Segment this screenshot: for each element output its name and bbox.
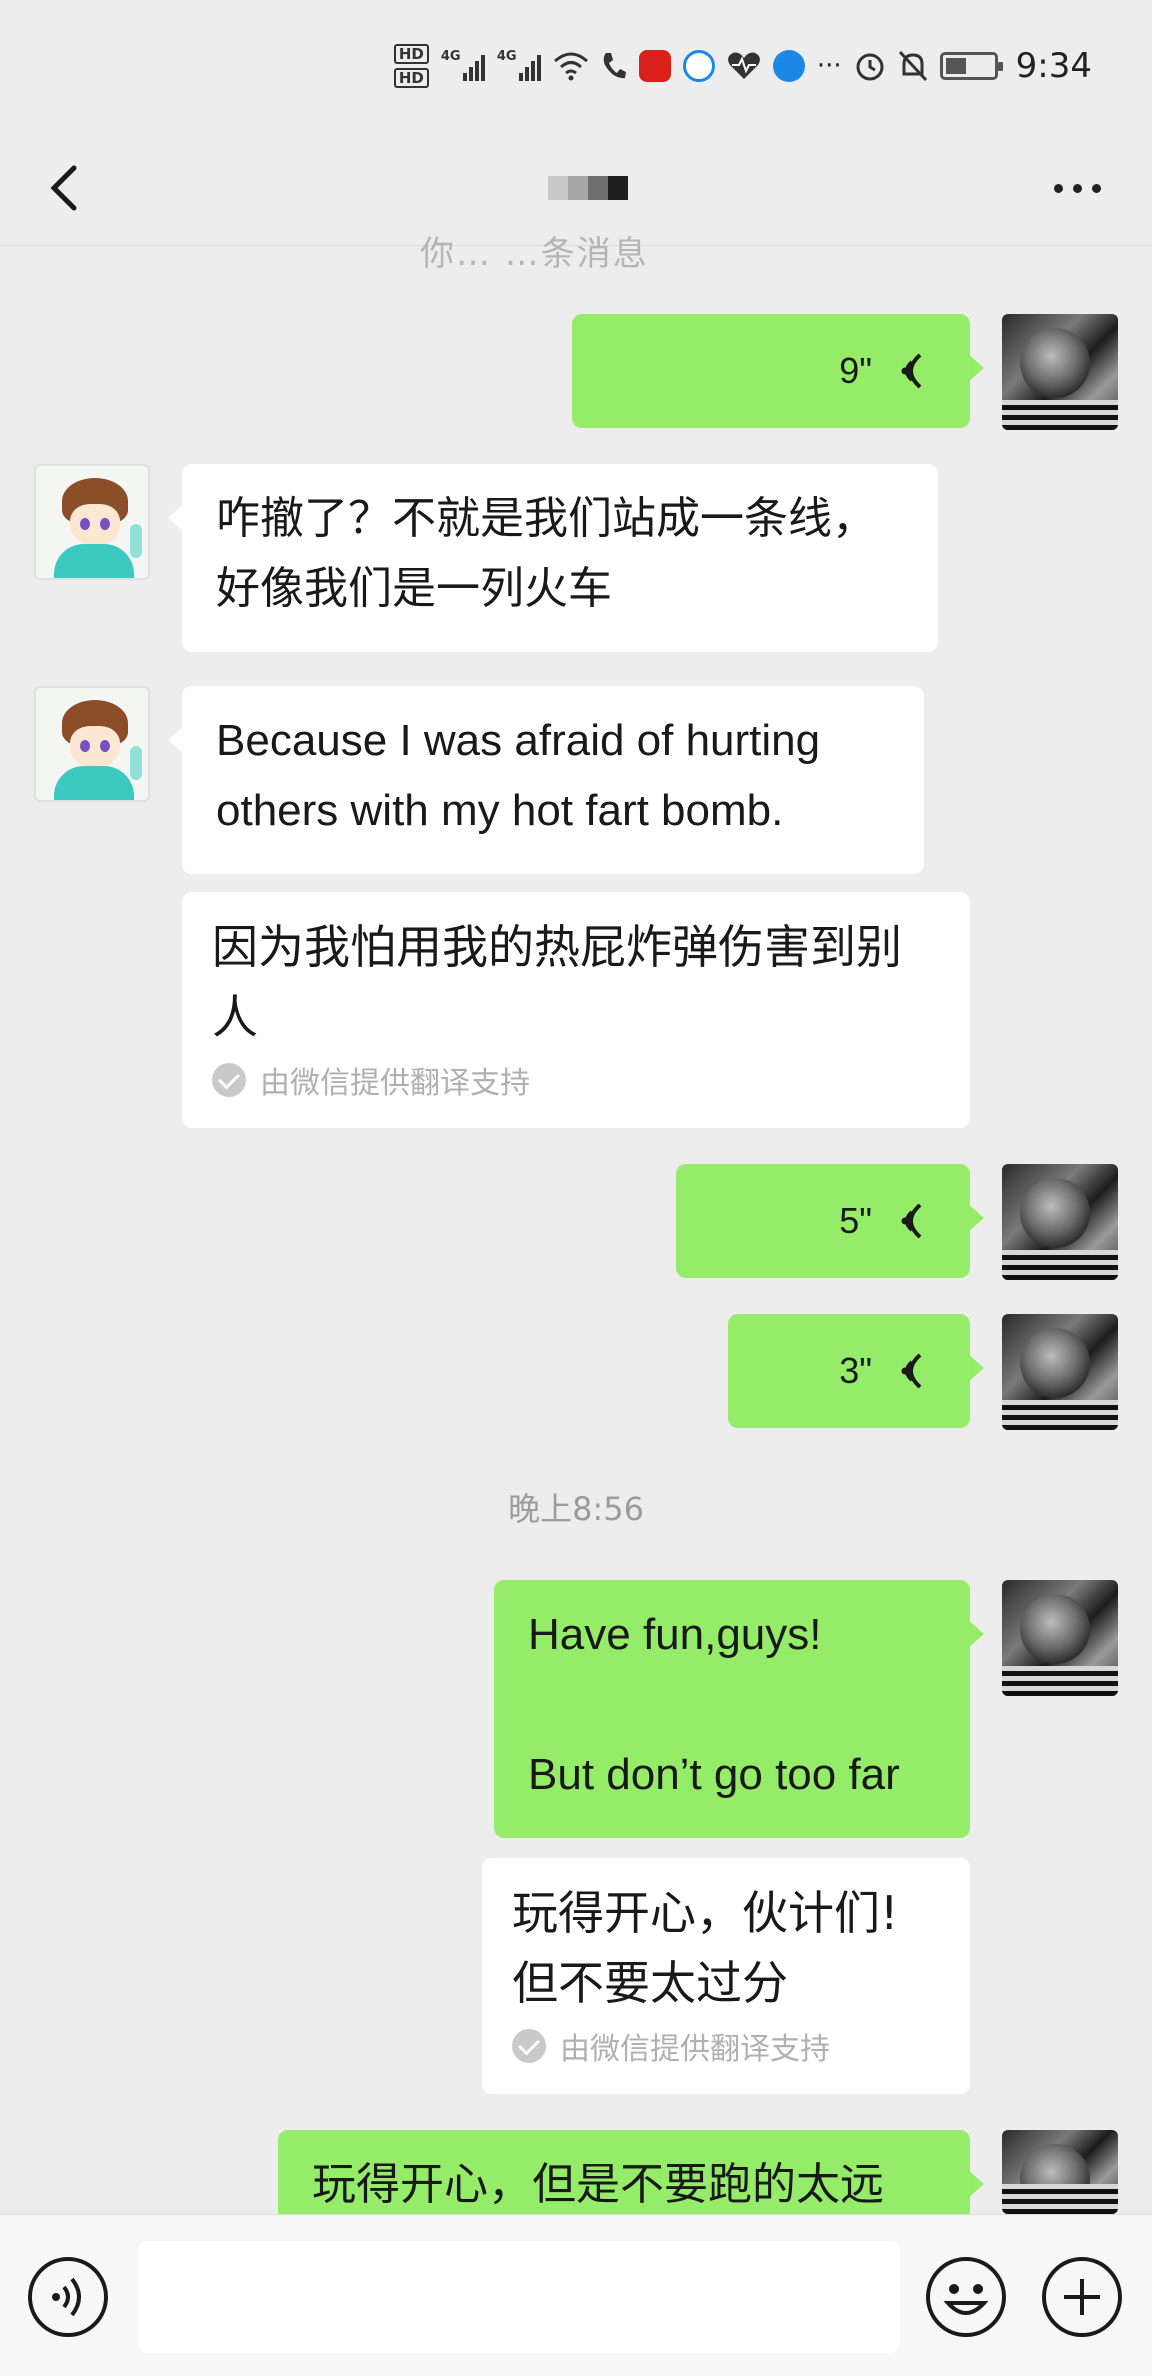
message-bubble[interactable]: 咋撤了？不就是我们站成一条线， 好像我们是一列火车 <box>168 464 938 652</box>
network-type-label: 4G <box>440 49 461 64</box>
translation-text: 人 <box>212 990 258 1044</box>
more-dots-icon[interactable] <box>1042 160 1112 216</box>
my-avatar[interactable] <box>1002 1314 1118 1430</box>
my-avatar[interactable] <box>1002 2130 1118 2214</box>
voice-duration: 3" <box>839 1350 872 1391</box>
voice-message[interactable]: 3" <box>728 1314 984 1428</box>
message-bubble[interactable]: Have fun,guys! But don’t go too far <box>494 1580 984 1838</box>
app-notification-icon <box>638 50 671 82</box>
message-text: 玩得开心，但是不要跑的太远 <box>312 2159 884 2210</box>
check-circle-icon <box>512 2029 546 2063</box>
browser-icon <box>682 50 715 82</box>
hd-badge-1: HD <box>393 44 429 64</box>
translation-text: 玩得开心，伙计们! <box>512 1886 899 1940</box>
message-input[interactable] <box>138 2241 900 2353</box>
translation-credit-text: 由微信提供翻译支持 <box>260 1066 530 1101</box>
time-separator: 晚上8:56 <box>508 1490 644 1528</box>
message-text: Because I was afraid of hurting <box>216 716 821 765</box>
unread-messages-hint[interactable]: 你… …条消息 <box>420 226 649 275</box>
network-type-label: 4G <box>496 49 517 64</box>
voice-duration: 5" <box>839 1200 872 1241</box>
friend-avatar[interactable] <box>34 686 150 802</box>
message-text: others with my hot fart bomb. <box>216 786 784 835</box>
more-notifications-icon: ··· <box>816 51 842 81</box>
translation-credit: 由微信提供翻译支持 <box>512 2024 940 2068</box>
voice-duration: 9" <box>839 350 872 391</box>
phone-icon <box>603 53 626 79</box>
translation-credit: 由微信提供翻译支持 <box>212 1058 940 1102</box>
chevron-left-icon[interactable] <box>36 150 96 222</box>
signal-icon: 4G <box>496 49 541 81</box>
translation-text: 但不要太过分 <box>512 1956 788 2010</box>
friend-avatar[interactable] <box>34 464 150 580</box>
my-avatar[interactable] <box>1002 314 1118 430</box>
translation-card[interactable]: 玩得开心，伙计们! 但不要太过分 由微信提供翻译支持 <box>482 1858 970 2094</box>
message-text: But don’t go too far <box>528 1750 900 1799</box>
voice-input-icon[interactable] <box>28 2257 108 2337</box>
translation-card[interactable]: 因为我怕用我的热屁炸弹伤害到别 人 由微信提供翻译支持 <box>182 892 970 1128</box>
battery-icon <box>939 52 1003 80</box>
message-bubble[interactable]: Because I was afraid of hurting others w… <box>168 686 924 874</box>
health-icon <box>727 52 760 79</box>
my-avatar[interactable] <box>1002 1164 1118 1280</box>
hd-indicator: HD HD <box>393 44 429 88</box>
chat-title-redacted <box>548 176 628 200</box>
emoji-icon[interactable] <box>926 2257 1006 2337</box>
app-icon <box>772 50 805 82</box>
my-avatar[interactable] <box>1002 1580 1118 1696</box>
alarm-icon <box>856 53 884 81</box>
status-bar: HD HD 4G 4G ··· 9:34 <box>0 0 1152 130</box>
clock: 9:34 <box>1015 46 1092 86</box>
input-bar <box>0 2214 1152 2376</box>
hd-badge-2: HD <box>393 68 429 88</box>
voice-message[interactable]: 5" <box>676 1164 984 1278</box>
plus-icon[interactable] <box>1042 2257 1122 2337</box>
message-text: Have fun,guys! <box>528 1610 822 1659</box>
voice-message[interactable]: 9" <box>572 314 984 428</box>
message-text <box>528 1670 936 1740</box>
wifi-icon <box>553 52 588 81</box>
signal-icon: 4G <box>440 49 485 81</box>
translation-credit-text: 由微信提供翻译支持 <box>560 2032 830 2067</box>
message-text: 好像我们是一列火车 <box>216 563 612 614</box>
translation-text: 因为我怕用我的热屁炸弹伤害到别 <box>212 920 902 974</box>
voice-wave-icon <box>901 1353 922 1389</box>
message-text: 咋撤了？不就是我们站成一条线， <box>216 493 876 544</box>
mute-icon <box>898 50 927 82</box>
voice-wave-icon <box>901 1203 922 1239</box>
check-circle-icon <box>212 1063 246 1097</box>
voice-wave-icon <box>901 353 922 389</box>
